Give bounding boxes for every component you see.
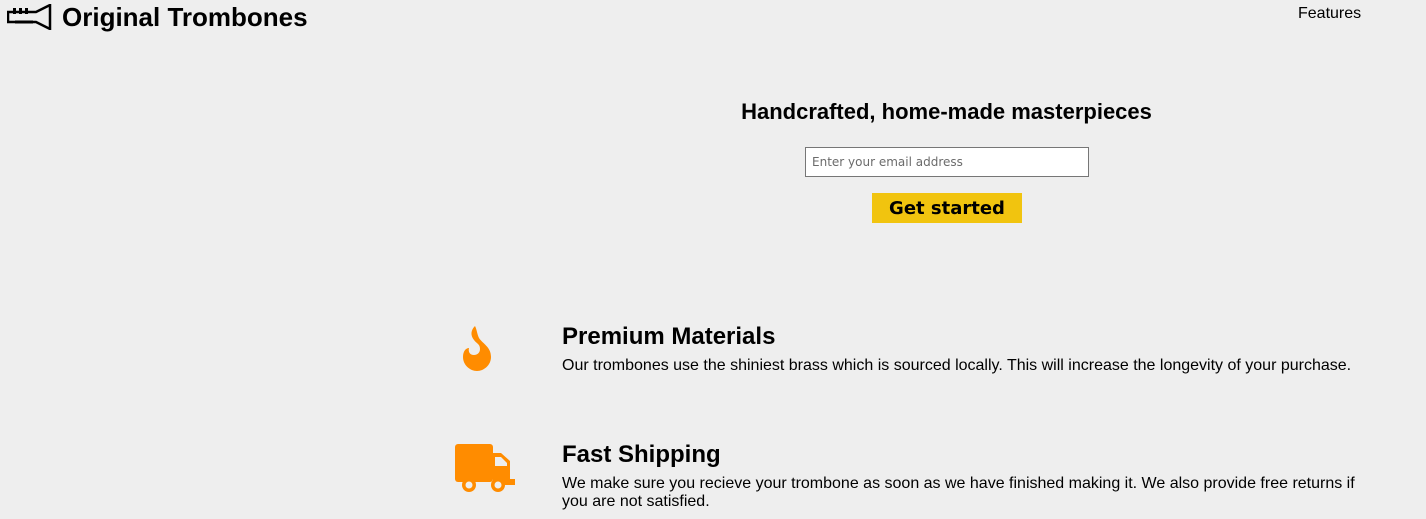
feature-title: Fast Shipping: [562, 441, 721, 468]
nav-link-features[interactable]: Features: [1298, 5, 1361, 23]
trumpet-logo-icon: [7, 4, 52, 30]
flame-icon: [463, 326, 491, 371]
feature-description: We make sure you recieve your trombone a…: [562, 475, 1355, 510]
header: Original Trombones Features: [0, 0, 1426, 40]
get-started-button[interactable]: Get started: [872, 193, 1022, 223]
hero-title: Handcrafted, home-made masterpieces: [741, 99, 1152, 124]
brand-title: Original Trombones: [62, 2, 308, 32]
truck-icon: [455, 444, 515, 492]
feature-title: Premium Materials: [562, 323, 776, 350]
feature-description: Our trombones use the shiniest brass whi…: [562, 357, 1352, 374]
email-input[interactable]: [805, 147, 1089, 177]
